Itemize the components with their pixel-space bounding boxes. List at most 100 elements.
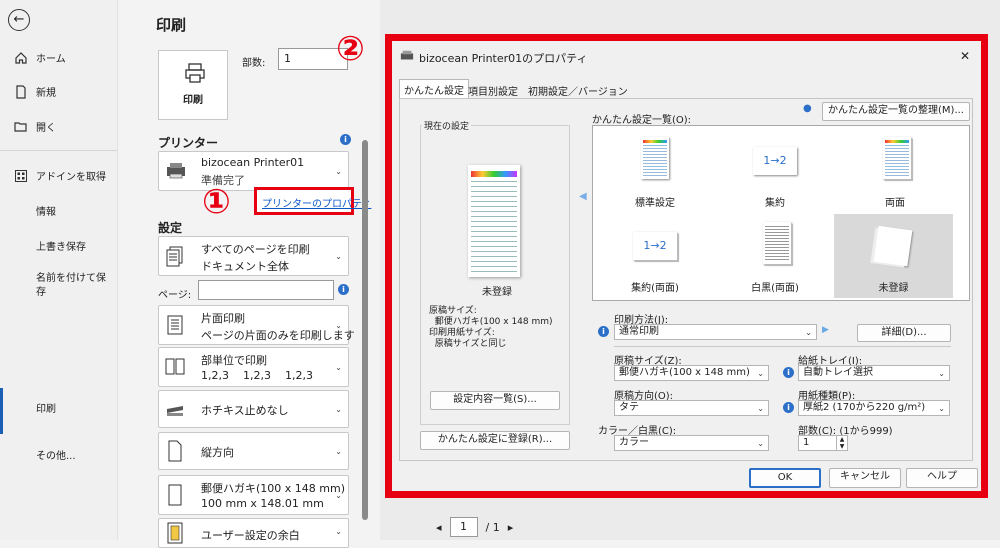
chevron-down-icon: ⌄ bbox=[335, 527, 342, 536]
info-icon[interactable]: i bbox=[340, 134, 351, 145]
close-icon[interactable]: ✕ bbox=[960, 49, 970, 63]
nav-item-save-as[interactable]: 名前を付けて保 存 bbox=[36, 272, 106, 300]
current-settings-heading: 現在の設定 bbox=[422, 119, 472, 132]
nav-item-info[interactable]: 情報 bbox=[36, 203, 56, 218]
info-icon[interactable]: i bbox=[598, 326, 609, 337]
back-button[interactable]: ← bbox=[8, 9, 30, 31]
paper-size-value: 郵便ハガキ(100 x 148 mm) bbox=[619, 367, 750, 378]
ok-button[interactable]: OK bbox=[749, 468, 821, 488]
collate-dropdown[interactable]: 部単位で印刷 1,2,3 1,2,3 1,2,3 ⌄ bbox=[158, 347, 349, 387]
margins-dropdown[interactable]: ユーザー設定の余白 ⌄ bbox=[158, 518, 349, 548]
print-method-select[interactable]: 通常印刷 ⌄ bbox=[614, 324, 817, 340]
printer-properties-link-text: プリンターのプロパティ bbox=[262, 199, 372, 210]
dialog-copies-input[interactable]: 1 ▲ ▼ bbox=[798, 435, 848, 451]
option-line1: 片面印刷 bbox=[201, 312, 245, 325]
preset-duplex-thumb bbox=[883, 137, 911, 179]
collate-icon bbox=[165, 358, 185, 375]
nav-item-print[interactable]: 印刷 bbox=[36, 400, 56, 415]
preset-duplex[interactable]: 両面 bbox=[837, 131, 953, 213]
staple-dropdown[interactable]: ホチキス止めなし ⌄ bbox=[158, 390, 349, 428]
cancel-button[interactable]: キャンセル bbox=[829, 468, 901, 488]
paper-size-dropdown[interactable]: 郵便ハガキ(100 x 148 mm) 100 mm x 148.01 mm ⌄ bbox=[158, 475, 349, 515]
chevron-down-icon: ⌄ bbox=[335, 167, 342, 176]
preset-badge: 1→2 bbox=[643, 239, 667, 252]
register-preset-button[interactable]: かんたん設定に登録(R)... bbox=[420, 431, 570, 450]
prev-page-icon[interactable]: ◂ bbox=[436, 521, 442, 534]
settings-heading: 設定 bbox=[158, 221, 183, 235]
next-page-icon[interactable]: ▸ bbox=[508, 521, 514, 534]
tab-label: 項目別設定 bbox=[468, 87, 518, 98]
nav-selected-indicator bbox=[0, 388, 3, 434]
preset-caption: 両面 bbox=[885, 198, 905, 209]
duplex-dropdown[interactable]: 片面印刷 ページの片面のみを印刷します ⌄ bbox=[158, 305, 355, 345]
paper-size-select[interactable]: 郵便ハガキ(100 x 148 mm) ⌄ bbox=[614, 365, 769, 381]
info-icon[interactable]: i bbox=[783, 402, 794, 413]
info-icon[interactable]: i bbox=[338, 284, 349, 295]
printer-dropdown[interactable]: bizocean Printer01 準備完了 ⌄ bbox=[158, 151, 349, 191]
paper-icon bbox=[168, 484, 182, 506]
page-number-input[interactable]: 1 bbox=[449, 517, 478, 537]
color-select[interactable]: カラー ⌄ bbox=[614, 435, 769, 451]
nav-item-addins[interactable]: アドインを取得 bbox=[14, 168, 106, 183]
info-icon[interactable]: i bbox=[783, 367, 794, 378]
print-range-dropdown[interactable]: すべてのページを印刷 ドキュメント全体 ⌄ bbox=[158, 236, 349, 276]
panel-scrollbar[interactable] bbox=[362, 128, 368, 528]
annotation-marker-2: ② bbox=[336, 29, 365, 69]
nav-item-home[interactable]: ホーム bbox=[14, 50, 66, 65]
chevron-down-icon: ⌄ bbox=[757, 439, 764, 448]
option-line1: ホチキス止めなし bbox=[201, 404, 289, 417]
pages-input[interactable] bbox=[198, 280, 334, 300]
option-line1: ユーザー設定の余白 bbox=[201, 529, 300, 542]
preset-unregistered-thumb bbox=[873, 225, 913, 267]
grid-icon bbox=[15, 169, 27, 182]
preset-combine[interactable]: 1→2 集約 bbox=[717, 131, 833, 213]
printer-properties-dialog: bizocean Printer01のプロパティ ✕ かんたん設定 項目別設定 … bbox=[392, 41, 981, 491]
detail-button[interactable]: 詳細(D)... bbox=[857, 324, 951, 342]
print-panel: 印刷 印刷 部数: 1 プリンター i bizocean Printer01 準… bbox=[118, 0, 380, 548]
orientation-dropdown[interactable]: 縦方向 ⌄ bbox=[158, 432, 349, 470]
preset-combine-thumb: 1→2 bbox=[753, 147, 797, 175]
printer-device-icon bbox=[167, 163, 185, 179]
chevron-down-icon: ⌄ bbox=[335, 252, 342, 261]
preset-combine-duplex[interactable]: 1→2 集約(両面) bbox=[597, 216, 713, 298]
printer-properties-link[interactable]: プリンターのプロパティ bbox=[254, 187, 371, 215]
paper-type-value: 厚紙2 (170から220 g/m²) bbox=[803, 402, 926, 413]
nav-item-label: 新規 bbox=[36, 88, 56, 99]
portrait-icon bbox=[168, 440, 182, 462]
manage-presets-button[interactable]: かんたん設定一覧の整理(M)... bbox=[822, 102, 970, 121]
expand-arrow-icon[interactable]: ◀ bbox=[579, 191, 587, 202]
settings-list-button[interactable]: 設定内容一覧(S)... bbox=[430, 391, 560, 410]
nav-item-open[interactable]: 開く bbox=[14, 119, 56, 134]
copies-value: 1 bbox=[284, 52, 291, 65]
user-icon: ● bbox=[803, 103, 812, 114]
preset-caption: 未登録 bbox=[878, 283, 909, 294]
highlight-frame: bizocean Printer01のプロパティ ✕ かんたん設定 項目別設定 … bbox=[385, 34, 988, 498]
nav-item-label: 名前を付けて保 存 bbox=[36, 273, 106, 298]
orientation-select[interactable]: タテ ⌄ bbox=[614, 400, 769, 416]
nav-item-label: その他... bbox=[36, 451, 76, 462]
tab-default-version[interactable]: 初期設定／バージョン bbox=[524, 81, 632, 99]
tab-item-settings[interactable]: 項目別設定 bbox=[464, 81, 522, 99]
backstage-nav: ← ホーム 新規 開く アドインを取得 情報 上書き保存 名前を付けて保 存 印… bbox=[0, 0, 118, 540]
help-button[interactable]: ヘルプ bbox=[906, 468, 978, 488]
preset-mono-duplex[interactable]: 白黒(両面) bbox=[717, 216, 833, 298]
nav-item-more[interactable]: その他... bbox=[36, 447, 76, 462]
spin-arrows-icon[interactable]: ▲ ▼ bbox=[836, 436, 847, 450]
margins-icon bbox=[167, 522, 183, 544]
printer-icon bbox=[400, 50, 414, 60]
tab-easy-settings[interactable]: かんたん設定 bbox=[399, 79, 469, 99]
single-side-icon bbox=[167, 315, 183, 335]
printer-icon bbox=[185, 63, 205, 83]
paper-type-select[interactable]: 厚紙2 (170から220 g/m²) ⌄ bbox=[798, 400, 950, 416]
chevron-down-icon: ⌄ bbox=[335, 321, 342, 330]
scrollbar-thumb[interactable] bbox=[362, 140, 368, 520]
chevron-down-icon: ⌄ bbox=[757, 404, 764, 413]
nav-item-save[interactable]: 上書き保存 bbox=[36, 238, 86, 253]
preset-unregistered[interactable]: 未登録 bbox=[834, 214, 953, 298]
nav-item-new[interactable]: 新規 bbox=[14, 84, 56, 99]
preset-caption: 集約(両面) bbox=[631, 283, 679, 294]
fields-divider bbox=[614, 346, 951, 347]
tray-select[interactable]: 自動トレイ選択 ⌄ bbox=[798, 365, 950, 381]
preset-standard[interactable]: 標準設定 bbox=[597, 131, 713, 213]
print-button[interactable]: 印刷 bbox=[158, 50, 228, 120]
